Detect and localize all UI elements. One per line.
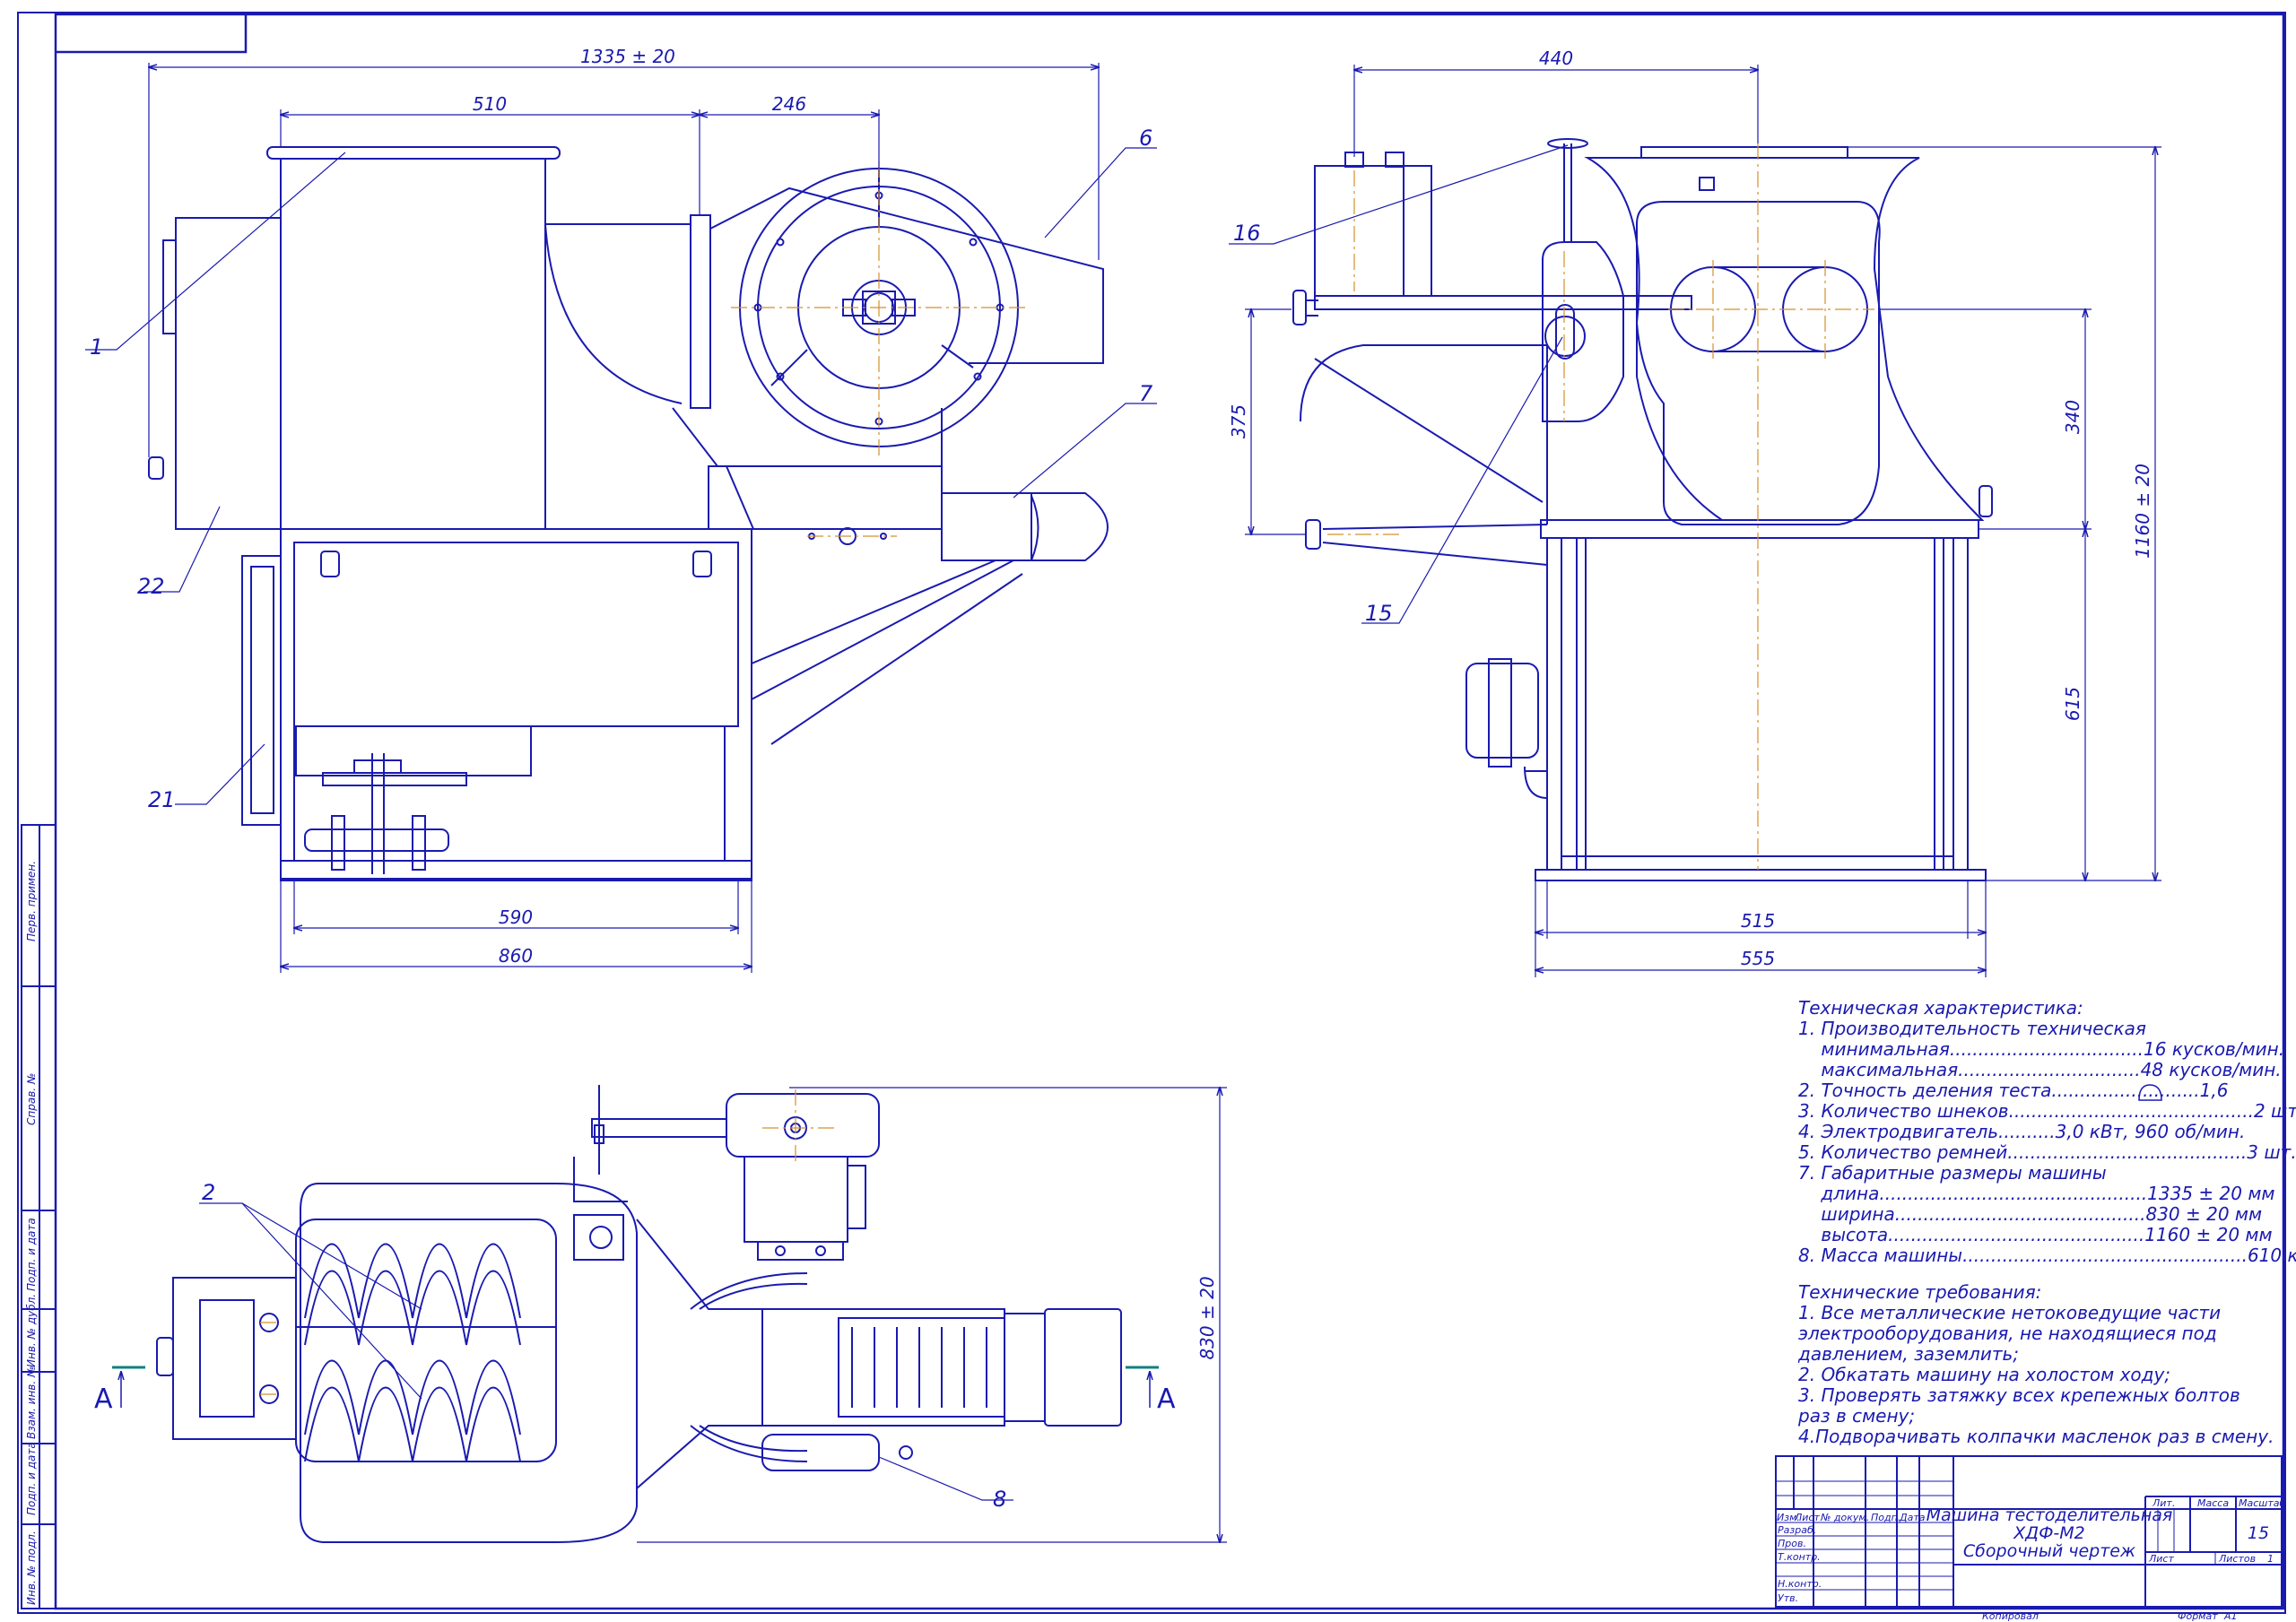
- tech-req-line: 1. Все металлические нетоковедущие части: [1798, 1302, 2221, 1323]
- callout-6: 6: [1139, 126, 1152, 151]
- dim-860: 860: [499, 945, 533, 967]
- side-label-perv: Перв. примен.: [25, 861, 38, 941]
- tb-listov-value: 1: [2267, 1553, 2274, 1565]
- tech-req-line: 2. Обкатать машину на холостом ходу;: [1798, 1364, 2170, 1385]
- dim-440: 440: [1539, 48, 1573, 69]
- title-name-line2: ХДФ-М2: [2013, 1523, 2085, 1543]
- title-name-line3: Сборочный чертеж: [1963, 1541, 2135, 1561]
- dim-340: 340: [2062, 400, 2083, 434]
- side-stamp-labels: Перв. примен. Справ. № Подп. и дата Инв.…: [25, 861, 38, 1605]
- side-view-leaders: [1229, 144, 1569, 624]
- tech-spec-line: высота..................................…: [1798, 1224, 2273, 1245]
- tb-list-label: Лист: [2148, 1553, 2174, 1565]
- side-label-podp-data-1: Подп. и дата: [25, 1218, 38, 1291]
- front-view-leaders: [85, 147, 1157, 805]
- tech-spec-line: 8. Масса машины.........................…: [1798, 1245, 2296, 1266]
- callout-22: 22: [137, 574, 165, 599]
- callout-1: 1: [90, 334, 103, 360]
- tb-col-list: Лист: [1794, 1512, 1820, 1523]
- side-label-inv-podl: Инв. № подл.: [25, 1531, 38, 1605]
- dim-515: 515: [1741, 910, 1775, 932]
- tech-req-line: электрооборудования, не находящиеся под: [1798, 1323, 2217, 1344]
- side-view: [1292, 138, 1993, 881]
- title-block-text: Машина тестоделительная ХДФ-М2 Сборочный…: [1777, 1497, 2285, 1622]
- side-label-sprav: Справ. №: [25, 1073, 38, 1125]
- callout-7: 7: [1139, 381, 1153, 406]
- tech-req-block: Технические требования: 1. Все металличе…: [1797, 1281, 2274, 1447]
- dim-length-total: 1335 ± 20: [580, 46, 675, 67]
- tb-razrab: Разраб.: [1778, 1524, 1816, 1536]
- dim-615: 615: [2062, 687, 2083, 721]
- tech-spec-line: минимальная.............................…: [1798, 1038, 2284, 1060]
- front-view-centerlines: [731, 161, 1027, 537]
- tech-req-line: 3. Проверять затяжку всех крепежных болт…: [1798, 1384, 2240, 1406]
- dim-height-total: 1160 ± 20: [2132, 464, 2153, 559]
- tech-spec-line: максимальная............................…: [1798, 1059, 2282, 1080]
- tb-col-date: Дата: [1899, 1512, 1926, 1523]
- tech-req-line: давлением, заземлить;: [1797, 1343, 2019, 1365]
- tech-spec-line: 4. Электродвигатель..........3,0 кВт, 96…: [1798, 1121, 2245, 1142]
- tech-req-line: 4.Подворачивать колпачки масленок раз в …: [1798, 1426, 2274, 1447]
- callout-21: 21: [148, 787, 176, 812]
- tb-format-value: А1: [2223, 1610, 2238, 1622]
- tb-listov-label: Листов: [2218, 1553, 2256, 1565]
- tb-massa: Масса: [2197, 1497, 2229, 1509]
- side-view-centerlines: [1327, 143, 1874, 870]
- side-label-vzam-inv: Взам. инв. №: [25, 1366, 38, 1439]
- plan-view-dimensions: [637, 1088, 1227, 1542]
- tech-spec-line: 7. Габаритные размеры машины: [1798, 1162, 2107, 1184]
- tb-scale-value: 15: [2248, 1523, 2269, 1543]
- callout-2: 2: [202, 1180, 215, 1205]
- plan-view: [156, 1085, 1122, 1543]
- side-view-callout-text: 16 15: [1233, 221, 1393, 626]
- tech-req-line: раз в смену;: [1797, 1405, 1915, 1427]
- tb-tkontr: Т.контр.: [1778, 1551, 1821, 1563]
- callout-15: 15: [1365, 601, 1393, 626]
- tb-utv: Утв.: [1778, 1592, 1798, 1604]
- tech-req-title: Технические требования:: [1798, 1281, 2041, 1303]
- dim-246: 246: [772, 93, 806, 115]
- side-view-dim-text: 440 375 340 615 1160 ± 20 515 555: [1228, 48, 2153, 969]
- assembly-drawing-sheet: Перв. примен. Справ. № Подп. и дата Инв.…: [17, 12, 2296, 1622]
- dim-590: 590: [499, 906, 533, 928]
- dim-555: 555: [1741, 948, 1775, 969]
- tech-spec-line: длина...................................…: [1798, 1183, 2275, 1204]
- tb-col-doc: № докум.: [1820, 1512, 1869, 1523]
- tb-col-sign: Подп.: [1871, 1512, 1900, 1523]
- tb-format-label: Формат: [2178, 1610, 2218, 1622]
- dim-width-total: 830 ± 20: [1196, 1276, 1218, 1359]
- tech-spec-line: 2. Точность деления теста...............…: [1798, 1080, 2228, 1101]
- section-mark-right: А: [1157, 1383, 1176, 1415]
- front-view: [148, 146, 1109, 881]
- side-label-podp-data-2: Подп. и дата: [25, 1442, 38, 1515]
- dim-375: 375: [1228, 404, 1249, 438]
- tech-spec-line: ширина..................................…: [1798, 1203, 2262, 1225]
- section-arrows: [121, 1372, 1150, 1408]
- front-view-dim-text: 1335 ± 20 510 246 590 860: [473, 46, 806, 967]
- tb-nkontr: Н.контр.: [1778, 1578, 1822, 1590]
- tech-spec-title: Техническая характеристика:: [1798, 997, 2083, 1019]
- tb-prov: Пров.: [1778, 1538, 1806, 1549]
- callout-8: 8: [993, 1487, 1006, 1512]
- tb-lit: Лит.: [2152, 1497, 2175, 1509]
- tech-spec-line: 1. Производительность техническая: [1798, 1018, 2146, 1039]
- side-label-inv-dubl: Инв. № дубл.: [25, 1294, 38, 1367]
- tb-kopiroval: Копировал: [1982, 1610, 2039, 1622]
- section-mark-left: А: [94, 1383, 113, 1415]
- callout-16: 16: [1233, 221, 1261, 246]
- tb-masshtab: Масштаб: [2239, 1497, 2285, 1509]
- tech-spec-line: 5. Количество ремней....................…: [1798, 1141, 2296, 1163]
- dim-510: 510: [473, 93, 507, 115]
- tech-spec-line: 3. Количество шнеков....................…: [1798, 1100, 2296, 1122]
- title-name-line1: Машина тестоделительная: [1926, 1505, 2173, 1525]
- plan-view-leaders: [199, 1202, 1013, 1501]
- tech-spec-block: Техническая характеристика: 1. Производи…: [1798, 997, 2296, 1266]
